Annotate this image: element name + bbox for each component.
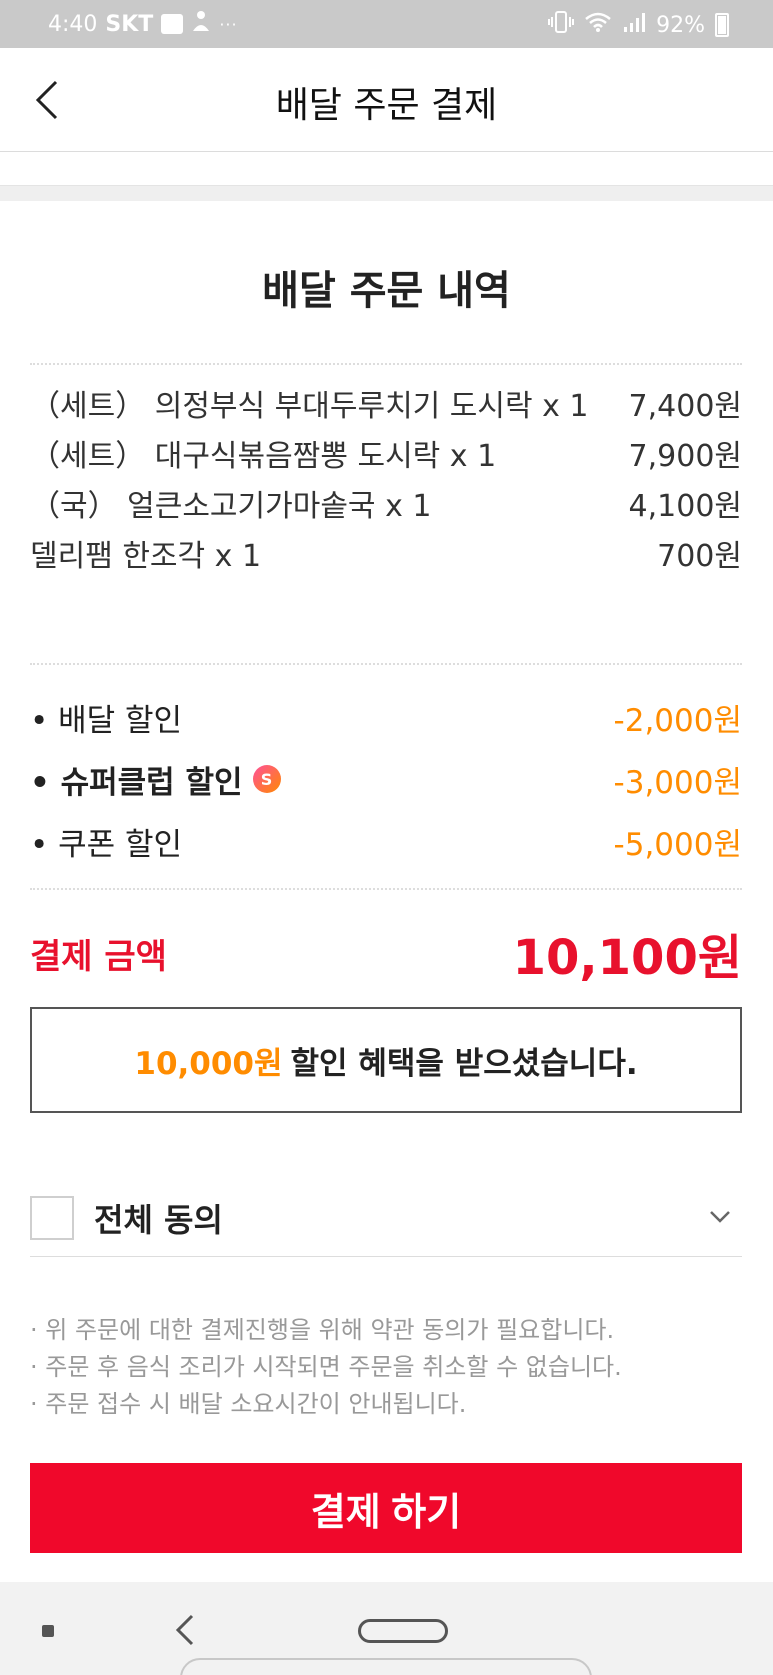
status-bar: 4:40 SKT ··· 92% [0,0,773,48]
divider [30,1256,742,1257]
status-left: 4:40 SKT ··· [48,10,238,38]
order-item: （세트） 대구식볶음짬뽕 도시락 x 1 7,900원 [30,432,742,482]
status-right: 92% [548,10,729,40]
coupon-discount-row: • 쿠폰 할인 -5,000원 [30,810,742,872]
wifi-icon [584,11,612,39]
chevron-down-icon[interactable] [706,1202,734,1230]
agree-all-checkbox[interactable] [30,1196,74,1240]
superclub-icon: S [252,765,281,793]
home-icon[interactable] [358,1619,448,1643]
order-item-price: 7,400원 [628,389,742,424]
order-summary-title: 배달 주문 내역 [262,268,511,314]
signal-icon [622,11,646,39]
order-item-name: 델리팸 한조각 x 1 [30,539,262,574]
order-item: （세트） 의정부식 부대두루치기 도시락 x 1 7,400원 [30,382,742,432]
status-time: 4:40 [48,11,98,37]
order-item-price: 4,100원 [628,489,742,524]
benefit-box: 10,000원 할인 혜택을 받으셨습니다. [30,1007,742,1113]
order-item-price: 7,900원 [628,439,742,474]
vibrate-icon [548,10,575,40]
total-label: 결제 금액 [30,936,167,977]
order-item: （국） 얼큰소고기가마솥국 x 1 4,100원 [30,482,742,532]
delivery-discount-row: • 배달 할인 -2,000원 [30,686,742,748]
agree-all-label: 전체 동의 [94,1201,223,1239]
section-divider [0,185,773,201]
discount-value: -2,000원 [613,702,742,739]
discount-value: -3,000원 [613,764,742,801]
pay-button[interactable]: 결제 하기 [30,1463,742,1553]
notice-list: · 위 주문에 대한 결제진행을 위해 약관 동의가 필요합니다. · 주문 후… [30,1312,742,1423]
order-item-name: （세트） 대구식볶음짬뽕 도시락 x 1 [30,439,497,474]
divider [30,663,742,665]
discount-value: -5,000원 [613,826,742,863]
notice-item: · 위 주문에 대한 결제진행을 위해 약관 동의가 필요합니다. [30,1316,615,1344]
status-more: ··· [219,14,238,34]
order-item-name: （세트） 의정부식 부대두루치기 도시락 x 1 [30,389,589,424]
benefit-amount: 10,000원 [134,1045,283,1082]
notice-item: · 주문 접수 시 배달 소요시간이 안내됩니다. [30,1390,467,1418]
nav-back-icon[interactable] [170,1610,200,1650]
app-header: 배달 주문 결제 [0,48,773,152]
battery-percent: 92% [656,12,705,38]
battery-icon [715,13,729,37]
recent-apps-icon[interactable] [42,1625,54,1637]
system-nav-bar [0,1582,773,1675]
discount-name-wrap: • 슈퍼클럽 할인 S [30,757,281,802]
discount-list: • 배달 할인 -2,000원 • 슈퍼클럽 할인 S -3,000원 • 쿠폰… [30,686,742,872]
order-item-name: （국） 얼큰소고기가마솥국 x 1 [30,489,432,524]
person-icon [191,10,211,38]
order-item-price: 700원 [657,539,742,574]
agree-all-row[interactable]: 전체 동의 [30,1180,742,1256]
divider [30,363,742,365]
order-item: 델리팸 한조각 x 1 700원 [30,532,742,582]
notification-icon [161,14,184,34]
discount-name: • 쿠폰 할인 [30,826,183,863]
discount-name: • 슈퍼클럽 할인 [30,764,243,801]
divider [30,888,742,890]
status-carrier: SKT [105,11,154,37]
benefit-text: 할인 혜택을 받으셨습니다. [290,1045,638,1082]
total-amount: 10,100원 [512,930,742,986]
gesture-handle [180,1658,592,1675]
order-item-list: （세트） 의정부식 부대두루치기 도시락 x 1 7,400원 （세트） 대구식… [30,382,742,582]
notice-item: · 주문 후 음식 조리가 시작되면 주문을 취소할 수 없습니다. [30,1353,622,1381]
total-row: 결제 금액 10,100원 [30,918,742,988]
discount-name: • 배달 할인 [30,702,183,739]
page-title: 배달 주문 결제 [275,85,498,126]
superclub-discount-row: • 슈퍼클럽 할인 S -3,000원 [30,748,742,810]
